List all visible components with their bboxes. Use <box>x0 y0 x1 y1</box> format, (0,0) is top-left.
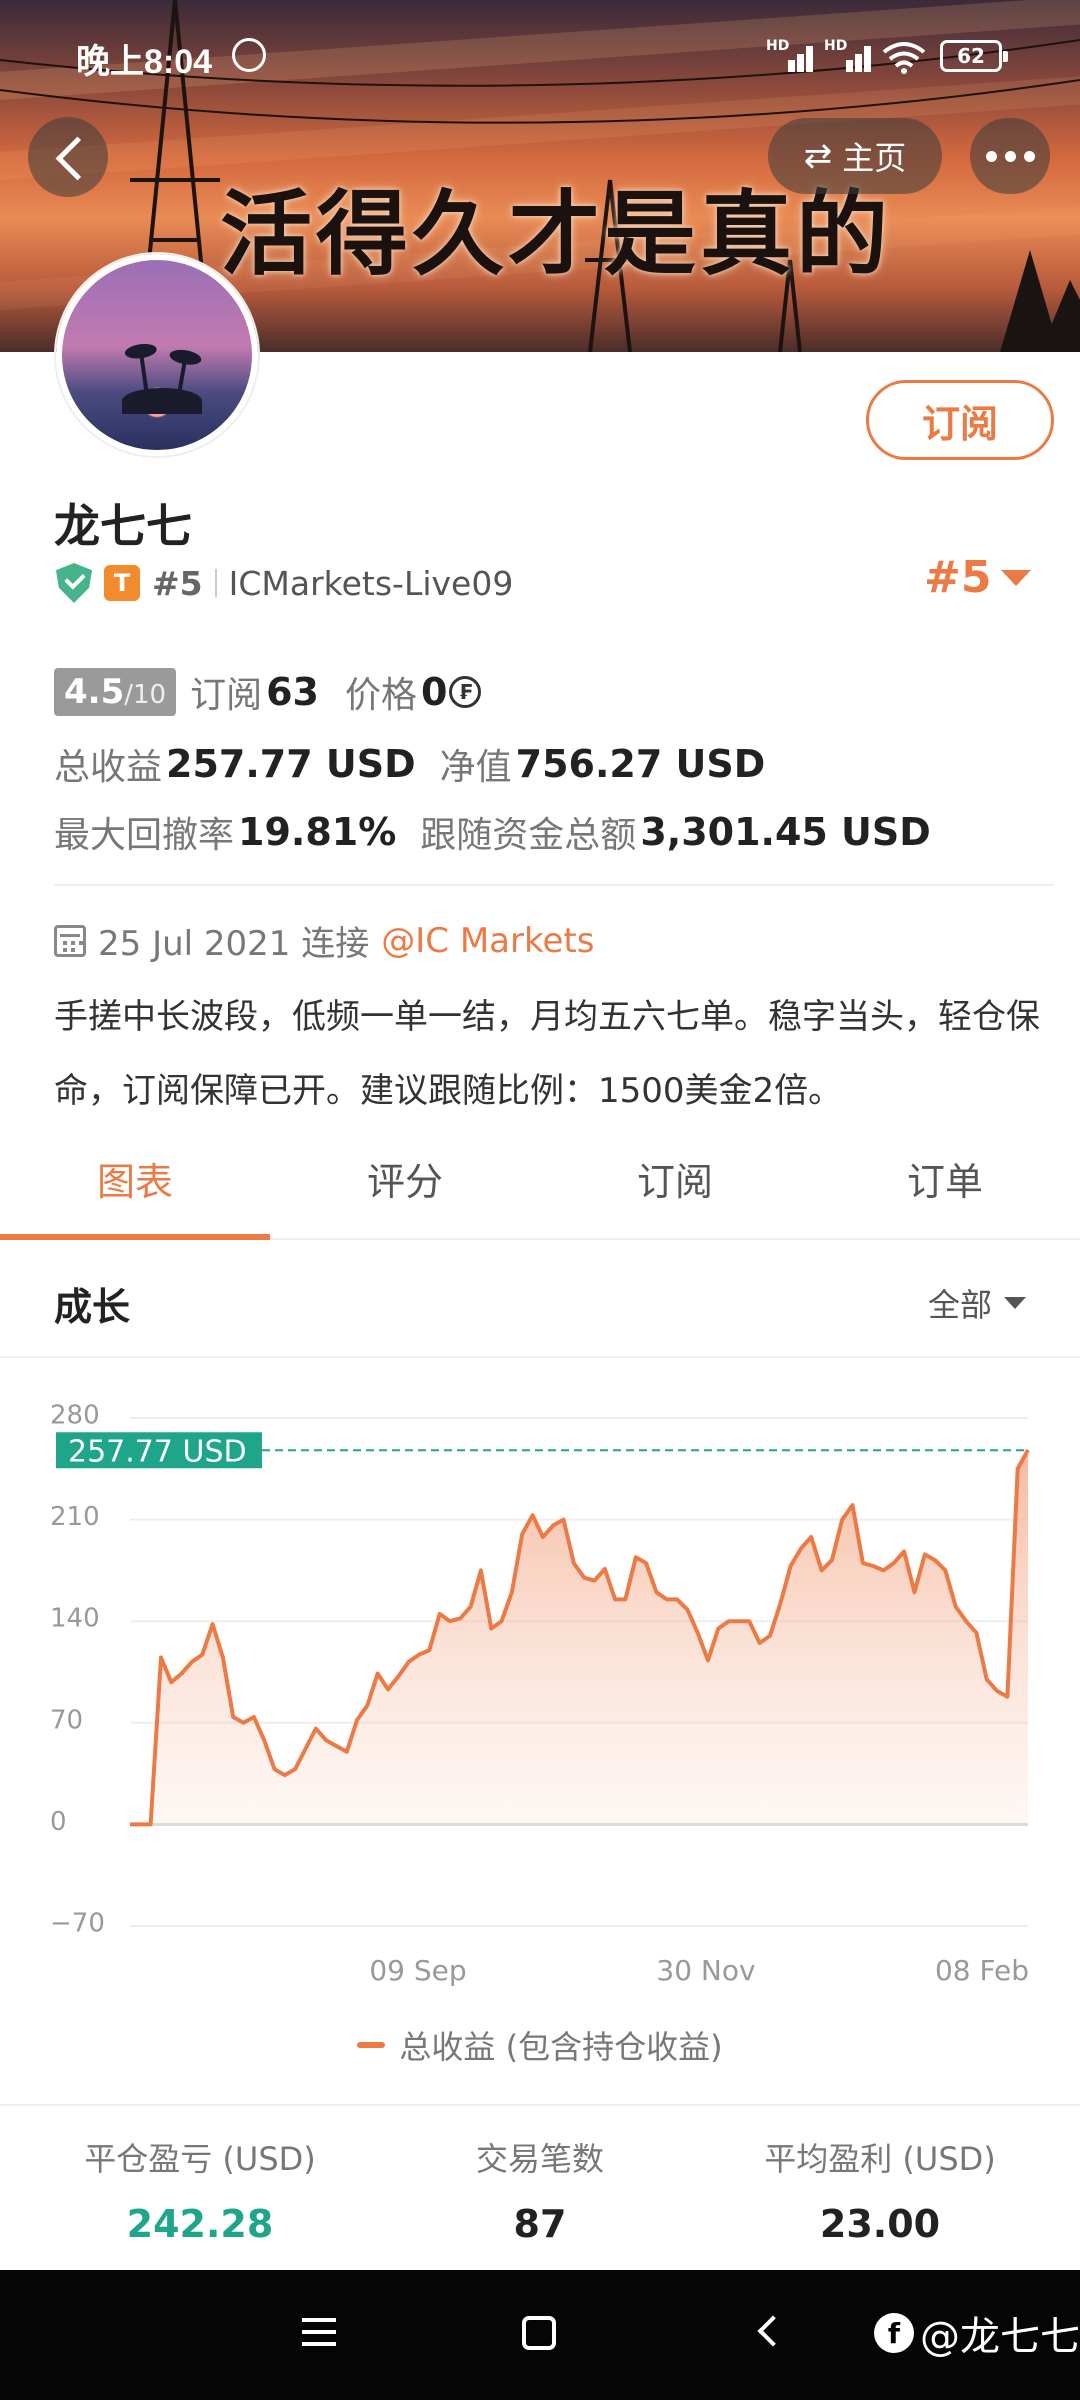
equity-value: 756.27 USD <box>515 742 766 786</box>
total-profit-label: 总收益 <box>54 747 163 788</box>
more-dot-icon <box>985 150 997 162</box>
more-button[interactable] <box>970 118 1050 194</box>
summary-value: 87 <box>513 2202 567 2246</box>
x-tick-label: 08 Feb <box>935 1954 1029 1987</box>
growth-chart[interactable]: 280 210 140 70 0 −70 257.77 USD 09 Sep 30 Nov 0… <box>0 1360 1080 2000</box>
tier-badge: T <box>104 565 140 601</box>
subscribe-button[interactable]: 订阅 <box>866 380 1054 460</box>
divider <box>54 884 1054 886</box>
price-value: 0 <box>421 670 448 714</box>
badge-row: T #5 ICMarkets-Live09 <box>56 560 513 606</box>
score-value: 4.5 <box>64 672 125 712</box>
range-dropdown[interactable]: 全部 <box>928 1280 1026 1326</box>
summary-label: 平均盈利 (USD) <box>764 2140 996 2178</box>
back-button[interactable] <box>28 117 108 197</box>
tab-chart[interactable]: 图表 <box>0 1118 270 1240</box>
max-drawdown-label: 最大回撤率 <box>54 815 235 856</box>
trader-name: 龙七七 <box>54 499 192 553</box>
series-area <box>130 1449 1028 1825</box>
signal-icon: HD <box>766 38 816 72</box>
caret-down-icon <box>1001 569 1032 586</box>
range-label: 全部 <box>927 1286 992 1324</box>
broker-account: ICMarkets-Live09 <box>228 563 514 603</box>
x-tick-label: 30 Nov <box>656 1954 755 1987</box>
summary-trade-count: 交易笔数 87 <box>370 2106 710 2274</box>
hd-label: HD <box>766 38 790 54</box>
status-time: 晚上8:04 <box>76 43 213 81</box>
broker-link[interactable]: @IC Markets <box>381 921 594 961</box>
chart-legend: 总收益 (包含持仓收益) <box>0 2022 1080 2068</box>
watermark: f @龙七七 <box>874 2304 1080 2362</box>
battery-icon: 62 <box>940 40 1008 72</box>
avatar[interactable] <box>56 254 258 456</box>
x-tick-label: 09 Sep <box>369 1954 466 1987</box>
section-title: 成长 <box>54 1285 131 1329</box>
tab-bar: 图表 评分 订阅 订单 <box>0 1118 1080 1240</box>
calendar-icon <box>54 924 86 957</box>
douyin-logo-icon: f <box>874 2313 914 2353</box>
summary-stats: 平仓盈亏 (USD) 242.28 交易笔数 87 平均盈利 (USD) 23.… <box>0 2104 1080 2274</box>
stats-row-2: 总收益 257.77 USD 净值 756.27 USD <box>54 738 773 790</box>
total-profit-value: 257.77 USD <box>166 742 416 786</box>
rank-dropdown[interactable]: #5 <box>924 552 1032 603</box>
y-tick-label: 210 <box>50 1502 100 1532</box>
alarm-icon <box>232 38 266 72</box>
section-header: 成长 全部 <box>0 1242 1080 1358</box>
rank-small: #5 <box>152 563 203 603</box>
tab-orders[interactable]: 订单 <box>810 1118 1080 1238</box>
y-tick-label: −70 <box>50 1909 105 1939</box>
y-tick-label: 70 <box>50 1705 83 1735</box>
joined-date: 25 Jul 2021 连接 <box>98 924 370 964</box>
rank-big: #5 <box>924 552 992 603</box>
signal-icon-2: HD <box>824 38 874 72</box>
y-tick-label: 140 <box>50 1604 100 1634</box>
menu-icon[interactable] <box>302 2318 336 2346</box>
summary-label: 平仓盈亏 (USD) <box>84 2140 316 2178</box>
summary-value: 242.28 <box>126 2202 274 2246</box>
price-label: 价格 <box>344 675 417 716</box>
stats-row-1: 4.5/10 订阅 63 价格 0 ₣ <box>54 666 482 718</box>
strategy-description: 手搓中长波段，低频一单一结，月均五六七单。稳字当头，轻仓保命，订阅保障已开。建议… <box>54 997 1040 1111</box>
tab-subscriptions[interactable]: 订阅 <box>540 1118 810 1238</box>
follow-funds-label: 跟随资金总额 <box>420 815 637 856</box>
summary-closed-pnl: 平仓盈亏 (USD) 242.28 <box>30 2106 370 2274</box>
subscriptions-label: 订阅 <box>190 675 263 716</box>
y-tick-label: 280 <box>50 1401 100 1431</box>
follow-funds-value: 3,301.45 USD <box>640 810 931 854</box>
hd-label-2: HD <box>824 38 848 54</box>
summary-avg-profit: 平均盈利 (USD) 23.00 <box>710 2106 1050 2274</box>
home-button-label: 主页 <box>842 139 907 177</box>
subscriptions-count: 63 <box>266 670 319 714</box>
score-badge: 4.5/10 <box>54 668 177 716</box>
back-chevron-icon[interactable] <box>757 2315 789 2347</box>
y-tick-label: 0 <box>50 1807 67 1837</box>
summary-value: 23.00 <box>819 2202 941 2246</box>
status-bar: 晚上8:04 HD HD 62 <box>0 30 1080 90</box>
home-square-icon[interactable] <box>522 2316 556 2350</box>
caret-down-icon <box>1004 1297 1026 1309</box>
verified-shield-icon <box>56 563 92 603</box>
home-button[interactable]: ⇄ 主页 <box>768 118 942 194</box>
legend-swatch <box>357 2042 386 2048</box>
equity-label: 净值 <box>439 747 512 788</box>
last-value-label: 257.77 USD <box>68 1434 247 1469</box>
tab-rating[interactable]: 评分 <box>270 1118 540 1238</box>
legend-label: 总收益 (包含持仓收益) <box>399 2028 723 2066</box>
watermark-text: @龙七七 <box>920 2314 1080 2360</box>
max-drawdown-value: 19.81% <box>238 810 397 854</box>
swap-icon: ⇄ <box>803 136 833 176</box>
stats-row-3: 最大回撤率 19.81% 跟随资金总额 3,301.45 USD <box>54 806 939 858</box>
system-nav-bar: f @龙七七 <box>0 2270 1080 2400</box>
joined-row: 25 Jul 2021 连接 @IC Markets <box>54 916 594 965</box>
score-max: /10 <box>124 680 167 710</box>
summary-label: 交易笔数 <box>475 2140 604 2178</box>
wifi-icon <box>882 42 926 74</box>
coin-icon: ₣ <box>449 676 482 708</box>
divider <box>214 569 217 597</box>
